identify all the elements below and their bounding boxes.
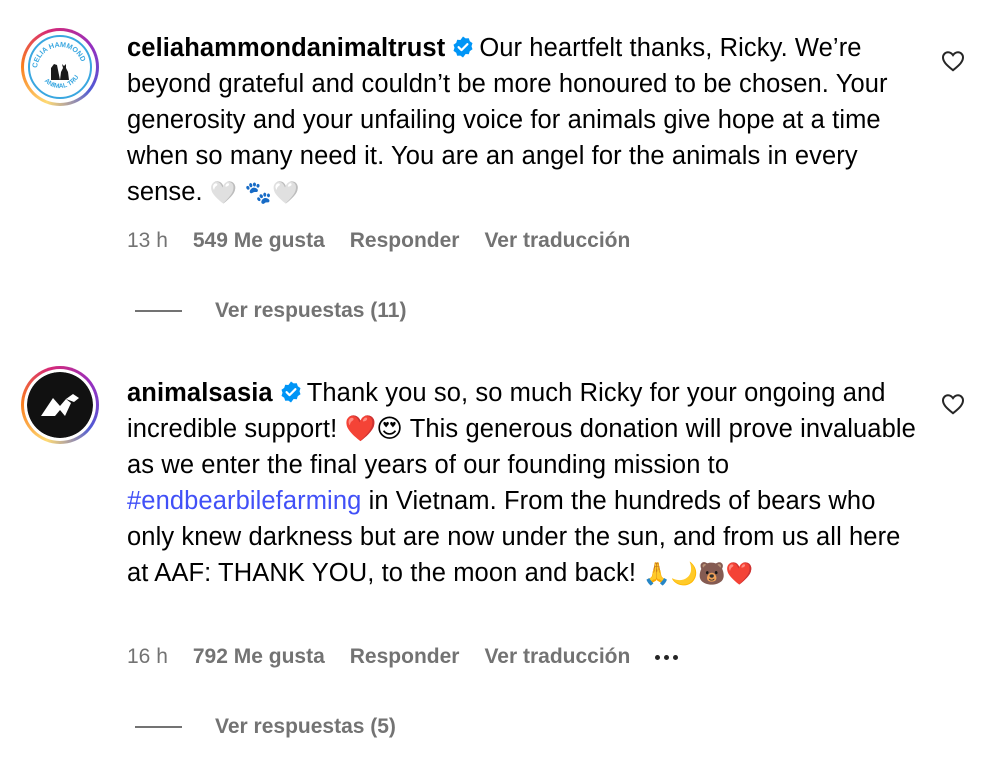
view-replies-label: Ver respuestas (5) [215, 715, 396, 738]
reply-button[interactable]: Responder [350, 229, 460, 253]
view-replies-label: Ver respuestas (11) [215, 299, 407, 322]
comment-body: animalsasia Thank you so, so much Ricky … [127, 375, 922, 593]
replies-divider [135, 726, 182, 728]
avatar-ring-gap [24, 369, 96, 441]
comment-meta: 16 h 792 Me gusta Responder Ver traducci… [127, 645, 679, 669]
view-replies-button[interactable]: Ver respuestas (5) [135, 715, 396, 739]
timestamp[interactable]: 16 h [127, 645, 168, 669]
reply-button[interactable]: Responder [350, 645, 460, 669]
likes-count[interactable]: 792 Me gusta [193, 645, 325, 669]
more-options-icon[interactable] [655, 647, 679, 667]
timestamp[interactable]: 13 h [127, 229, 168, 253]
replies-divider [135, 310, 182, 312]
animals-asia-logo-icon [27, 372, 93, 438]
hashtag-link[interactable]: #endbearbilefarming [127, 487, 361, 515]
comment-meta: 13 h 549 Me gusta Responder Ver traducci… [127, 229, 655, 253]
avatar[interactable] [21, 366, 99, 444]
comment-body: celiahammondanimaltrust Our heartfelt th… [127, 30, 922, 212]
translate-button[interactable]: Ver traducción [484, 645, 630, 669]
comment-emojis: 🤍 🐾🤍 [209, 181, 300, 206]
view-replies-button[interactable]: Ver respuestas (11) [135, 299, 406, 323]
heart-outline-icon[interactable] [941, 393, 965, 415]
translate-button[interactable]: Ver traducción [484, 229, 630, 253]
username[interactable]: celiahammondanimaltrust [127, 34, 445, 62]
heart-outline-icon[interactable] [941, 50, 965, 72]
likes-count[interactable]: 549 Me gusta [193, 229, 325, 253]
username[interactable]: animalsasia [127, 379, 273, 407]
verified-badge-icon [453, 36, 473, 58]
verified-badge-icon [281, 381, 301, 403]
comment-emojis: 🙏🌙🐻❤️ [643, 562, 754, 587]
avatar-ring-gap: CELIA HAMMOND ANIMAL TRUST [24, 31, 96, 103]
avatar[interactable]: CELIA HAMMOND ANIMAL TRUST [21, 28, 99, 106]
celia-hammond-logo-icon: CELIA HAMMOND ANIMAL TRUST [27, 34, 93, 100]
